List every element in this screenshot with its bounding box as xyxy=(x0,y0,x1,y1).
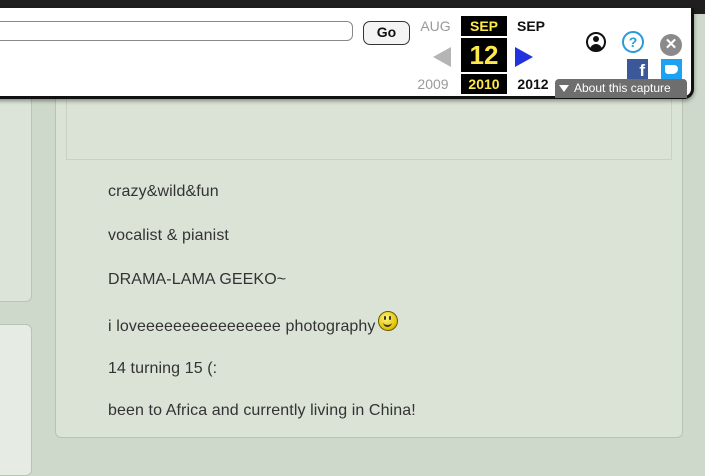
bio-line-text: i loveeeeeeeeeeeeeeee photography xyxy=(108,318,376,336)
current-day: 12 xyxy=(461,38,507,72)
bio-line: crazy&wild&fun xyxy=(108,183,219,200)
url-input[interactable] xyxy=(0,21,353,41)
help-icon[interactable]: ? xyxy=(622,31,644,53)
bio-line: 14 turning 15 (: xyxy=(108,360,218,377)
prev-month-link[interactable]: AUG xyxy=(418,18,453,34)
next-capture-arrow-icon[interactable] xyxy=(515,47,533,67)
current-month: SEP xyxy=(461,16,507,36)
about-capture-label: About this capture xyxy=(574,81,671,95)
dropdown-triangle-icon xyxy=(559,85,569,93)
about-capture-button[interactable]: About this capture xyxy=(555,79,687,98)
left-sidebar-panel xyxy=(0,94,32,302)
prev-capture-arrow-icon[interactable] xyxy=(433,47,451,67)
bio-line-photography: i loveeeeeeeeeeeeeeee photography xyxy=(108,311,398,337)
next-month-link[interactable]: SEP xyxy=(513,18,549,34)
bio-line: DRAMA-LAMA GEEKO~ xyxy=(108,271,287,288)
current-year: 2010 xyxy=(461,74,507,94)
next-year-link[interactable]: 2012 xyxy=(511,76,555,92)
go-button[interactable]: Go xyxy=(363,21,410,45)
smiley-icon xyxy=(377,311,398,331)
profile-inner-box xyxy=(66,91,672,160)
bio-line: vocalist & pianist xyxy=(108,227,229,244)
close-icon[interactable]: ✕ xyxy=(660,34,682,56)
twitter-icon[interactable] xyxy=(661,59,682,80)
profile-about-panel: crazy&wild&fun vocalist & pianist DRAMA-… xyxy=(55,90,683,438)
facebook-icon[interactable]: f xyxy=(627,59,648,80)
user-icon[interactable] xyxy=(586,32,606,52)
prev-year-link[interactable]: 2009 xyxy=(411,76,455,92)
left-sidebar-panel-lower xyxy=(0,324,32,476)
bio-line: been to Africa and currently living in C… xyxy=(108,402,416,419)
wayback-toolbar: Go AUG SEP SEP 12 2009 2010 2012 ? ✕ f A… xyxy=(0,8,694,99)
